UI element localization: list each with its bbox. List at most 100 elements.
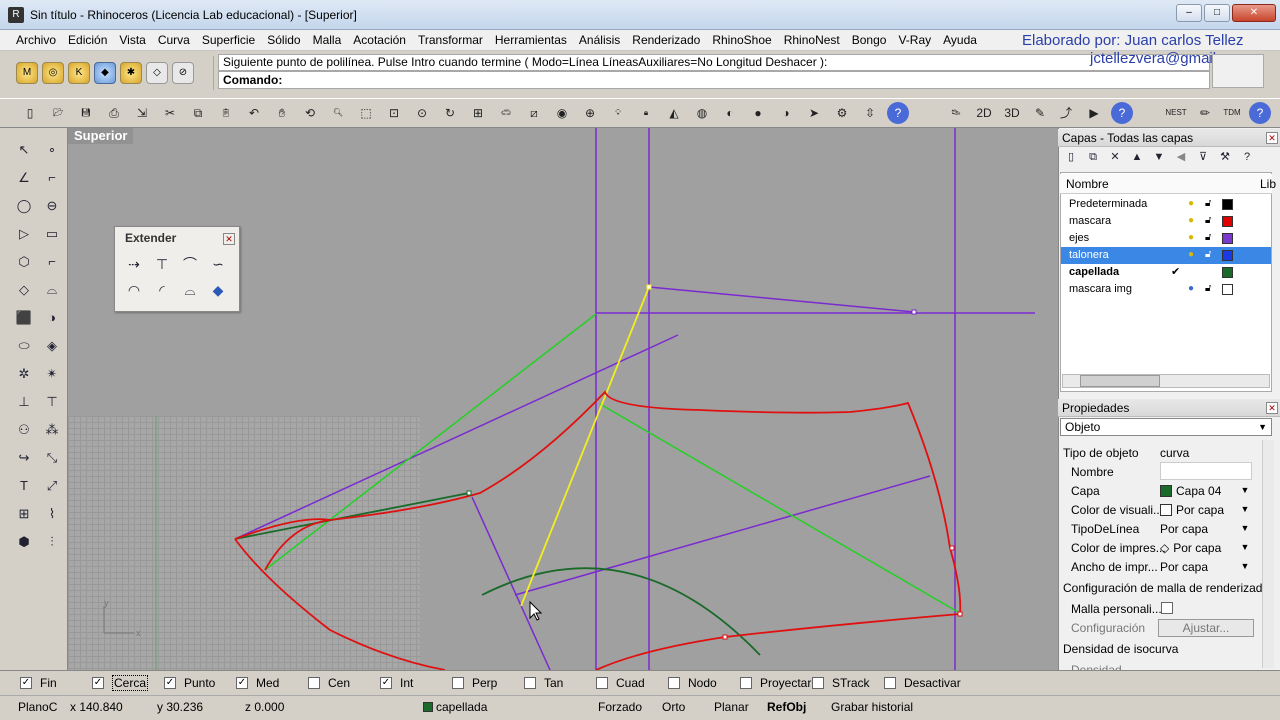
layer-unlock-icon[interactable]: 🔓︎ (1205, 232, 1215, 244)
osnap-desactivar[interactable]: Desactivar (884, 675, 961, 691)
layer-unlock-icon[interactable]: 🔓︎ (1205, 215, 1215, 227)
layers-close-icon[interactable]: ✕ (1266, 132, 1278, 144)
prop-value-linetype[interactable]: Por capa (1160, 521, 1208, 537)
custom-mesh-checkbox[interactable] (1161, 602, 1173, 614)
osnap-checkbox[interactable] (740, 677, 752, 689)
adjust-button[interactable]: Ajustar... (1158, 619, 1254, 637)
extend-on-surface-icon[interactable]: ⌓ (177, 279, 203, 301)
layer-visible-icon[interactable]: ● (1188, 283, 1198, 295)
status-orto[interactable]: Orto (662, 700, 685, 714)
osnap-cen[interactable]: Cen (308, 675, 350, 691)
osnap-checkbox[interactable]: ✓ (164, 677, 176, 689)
osnap-label: Med (256, 676, 280, 690)
status-planar[interactable]: Planar (714, 700, 749, 714)
chevron-down-icon[interactable]: ▼ (1238, 502, 1252, 517)
current-layer-check-icon[interactable]: ✔ (1171, 265, 1180, 278)
extender-close-icon[interactable]: ✕ (223, 233, 235, 245)
extend-line-icon[interactable]: ⊤ (149, 253, 175, 275)
osnap-tan[interactable]: Tan (524, 675, 563, 691)
osnap-fin[interactable]: ✓ Fin (20, 675, 57, 691)
properties-close-icon[interactable]: ✕ (1266, 402, 1278, 414)
osnap-nodo[interactable]: Nodo (668, 675, 717, 691)
prop-value-capa[interactable]: Capa 04 (1160, 483, 1221, 499)
osnap-cerca[interactable]: ✓ Cerca (92, 675, 149, 691)
osnap-med[interactable]: ✓ Med (236, 675, 279, 691)
chevron-down-icon[interactable]: ▼ (1238, 483, 1252, 498)
osnap-checkbox[interactable] (812, 677, 824, 689)
new-sublayer-icon[interactable]: ⧉ (1084, 148, 1102, 166)
extend-arc-icon[interactable]: ⌒ (177, 253, 203, 275)
layer-unlock-icon[interactable]: 🔓︎ (1205, 283, 1215, 295)
osnap-checkbox[interactable] (668, 677, 680, 689)
properties-type-select[interactable]: Objeto ▼ (1060, 418, 1272, 436)
layer-color-swatch[interactable] (1222, 250, 1233, 261)
layer-color-swatch[interactable] (1222, 284, 1233, 295)
prop-value-print-width[interactable]: Por capa (1160, 559, 1208, 575)
filter-icon[interactable]: ⊽ (1194, 148, 1212, 166)
chevron-down-icon[interactable]: ▼ (1238, 521, 1252, 536)
tools-icon[interactable]: ⚒ (1216, 148, 1234, 166)
move-up-icon[interactable]: ▲ (1128, 148, 1146, 166)
layers-toolbar: ▯ ⧉ ✕ ▲ ▼ ◀ ⊽ ⚒ ? (1062, 148, 1256, 166)
extend-surface-icon[interactable]: ◆ (205, 279, 231, 301)
osnap-checkbox[interactable]: ✓ (92, 677, 104, 689)
osnap-strack[interactable]: STrack (812, 675, 870, 691)
prop-value-print-color[interactable]: ◇ Por capa (1160, 540, 1221, 556)
layer-visible-icon[interactable]: ● (1188, 232, 1198, 244)
layer-color-swatch[interactable] (1222, 233, 1233, 244)
status-refobj[interactable]: RefObj (767, 700, 806, 714)
osnap-checkbox[interactable] (452, 677, 464, 689)
move-down-icon[interactable]: ▼ (1150, 148, 1168, 166)
layer-name: Predeterminada (1069, 198, 1148, 210)
layer-row-mascara[interactable]: mascara (1061, 213, 1271, 230)
layer-color-swatch[interactable] (1222, 216, 1233, 227)
new-layer-icon[interactable]: ▯ (1062, 148, 1080, 166)
layer-unlock-icon[interactable]: 🔓︎ (1205, 249, 1215, 261)
layers-hscroll-thumb[interactable] (1080, 375, 1160, 387)
osnap-label: Cuad (616, 676, 645, 690)
status-grabar-historial[interactable]: Grabar historial (831, 700, 913, 714)
osnap-checkbox[interactable]: ✓ (236, 677, 248, 689)
osnap-checkbox[interactable]: ✓ (20, 677, 32, 689)
layer-visible-icon[interactable]: ● (1188, 249, 1198, 261)
layer-color-swatch[interactable] (1222, 199, 1233, 210)
layer-row-talonera[interactable]: talonera (1061, 247, 1271, 264)
prop-value-color-visual[interactable]: Por capa (1160, 502, 1224, 518)
layer-visible-icon[interactable]: ● (1188, 215, 1198, 227)
osnap-int[interactable]: ✓ Int (380, 675, 413, 691)
delete-layer-icon[interactable]: ✕ (1106, 148, 1124, 166)
osnap-perp[interactable]: Perp (452, 675, 497, 691)
move-parent-icon[interactable]: ◀ (1172, 148, 1190, 166)
osnap-punto[interactable]: ✓ Punto (164, 675, 215, 691)
chevron-down-icon[interactable]: ▼ (1238, 559, 1252, 574)
layers-column-name[interactable]: Nombre (1060, 174, 1272, 194)
help-icon[interactable]: ? (1238, 148, 1256, 166)
status-forzado[interactable]: Forzado (598, 700, 642, 714)
osnap-checkbox[interactable] (884, 677, 896, 689)
osnap-label: Punto (184, 676, 216, 690)
layer-row-capellada[interactable]: capellada (1061, 264, 1271, 281)
osnap-checkbox[interactable] (308, 677, 320, 689)
osnap-checkbox[interactable]: ✓ (380, 677, 392, 689)
extend-arc-point-icon[interactable]: ◠ (121, 279, 147, 301)
layer-row-predeterminada[interactable]: Predeterminada (1061, 196, 1271, 213)
osnap-checkbox[interactable] (524, 677, 536, 689)
layer-row-mascara-img[interactable]: mascara img (1061, 281, 1271, 298)
layer-unlock-icon[interactable]: 🔓︎ (1205, 198, 1215, 210)
layer-color-swatch[interactable] (1222, 267, 1233, 278)
chevron-down-icon[interactable]: ▼ (1238, 540, 1252, 555)
status-plane[interactable]: PlanoC (18, 700, 57, 714)
extend-curve-icon[interactable]: ⇢ (121, 253, 147, 275)
properties-scrollbar[interactable] (1262, 440, 1274, 668)
extend-arc-tangent-icon[interactable]: ◜ (149, 279, 175, 301)
prop-input-nombre[interactable] (1160, 462, 1252, 480)
layers-column-lib[interactable]: Lib (1260, 174, 1276, 194)
viewport-title-tab[interactable]: Superior (68, 128, 134, 144)
status-layer[interactable]: capellada (423, 700, 487, 714)
extend-smooth-icon[interactable]: ∽ (205, 253, 231, 275)
layer-row-ejes[interactable]: ejes (1061, 230, 1271, 247)
osnap-cuad[interactable]: Cuad (596, 675, 645, 691)
osnap-proyectar[interactable]: Proyectar (740, 675, 811, 691)
osnap-checkbox[interactable] (596, 677, 608, 689)
layer-visible-icon[interactable]: ● (1188, 198, 1198, 210)
